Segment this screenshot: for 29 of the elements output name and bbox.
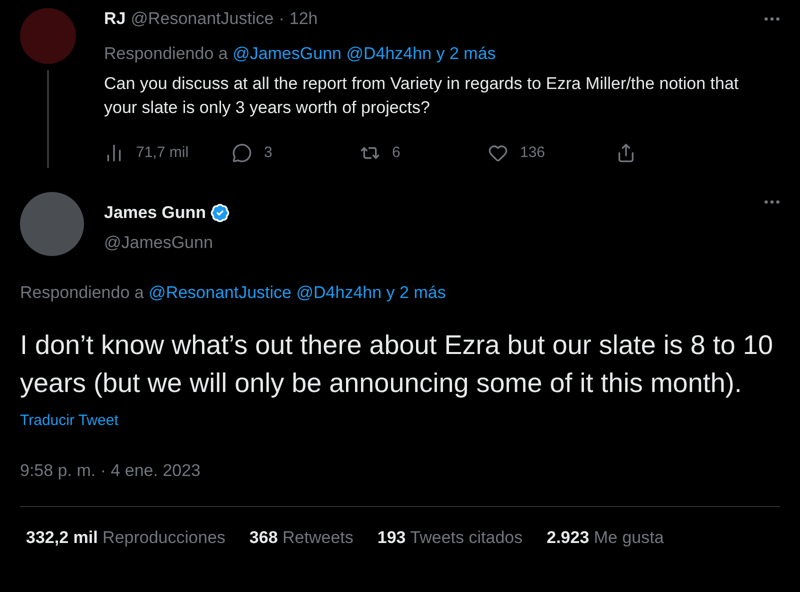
mention-link[interactable]: y 2 más	[386, 283, 446, 302]
stat-link[interactable]: 193 Tweets citados	[377, 524, 523, 550]
action-count: 6	[392, 143, 400, 163]
tweet-timestamp: 9:58 p. m. · 4 ene. 2023	[20, 460, 202, 482]
heart-icon[interactable]	[488, 143, 508, 164]
speech-bubble-icon[interactable]	[232, 143, 252, 164]
mention-link[interactable]: @D4hz4hn	[296, 283, 382, 302]
replying-to-text: Respondiendo a @JamesGunn @D4hz4hn y 2 más	[104, 42, 497, 64]
stat-link[interactable]: 368 Retweets	[249, 524, 354, 550]
stat-link[interactable]: 2.923 Me gusta	[546, 524, 664, 550]
action-count: 3	[264, 143, 272, 163]
replying-to-text: Respondiendo a @ResonantJustice @D4hz4hn y 2 más	[20, 282, 447, 304]
user-handle: @JamesGunn	[104, 232, 214, 254]
user-handle: @ResonantJustice	[130, 8, 274, 30]
tweet-text: Can you discuss at all the report from Variety in regards to Ezra Miller/the notion that your slate is only 3 years worth of projects?	[104, 73, 740, 119]
action-count: 71,7 mil	[136, 143, 189, 163]
mention-link[interactable]: @JamesGunn	[232, 44, 342, 62]
user-name[interactable]: RJ	[104, 6, 126, 32]
share-icon[interactable]	[616, 143, 636, 164]
time-ago: 12h	[289, 8, 318, 30]
tweet-text: I don’t know what’s out there about Ezra but our slate is 8 to 10 years (but we will only be announcing some of it this month).	[20, 328, 774, 400]
stat-link[interactable]: 332,2 mil Reproducciones	[26, 524, 226, 550]
mention-link[interactable]: @ResonantJustice	[148, 283, 292, 302]
translate-link[interactable]: Traducir Tweet	[20, 410, 118, 432]
user-name[interactable]: James Gunn	[104, 200, 206, 226]
mention-link[interactable]: y 2 más	[436, 44, 496, 62]
action-count: 136	[520, 143, 546, 163]
mention-link[interactable]: @D4hz4hn	[346, 44, 432, 62]
separator-dot: ·	[278, 8, 284, 30]
